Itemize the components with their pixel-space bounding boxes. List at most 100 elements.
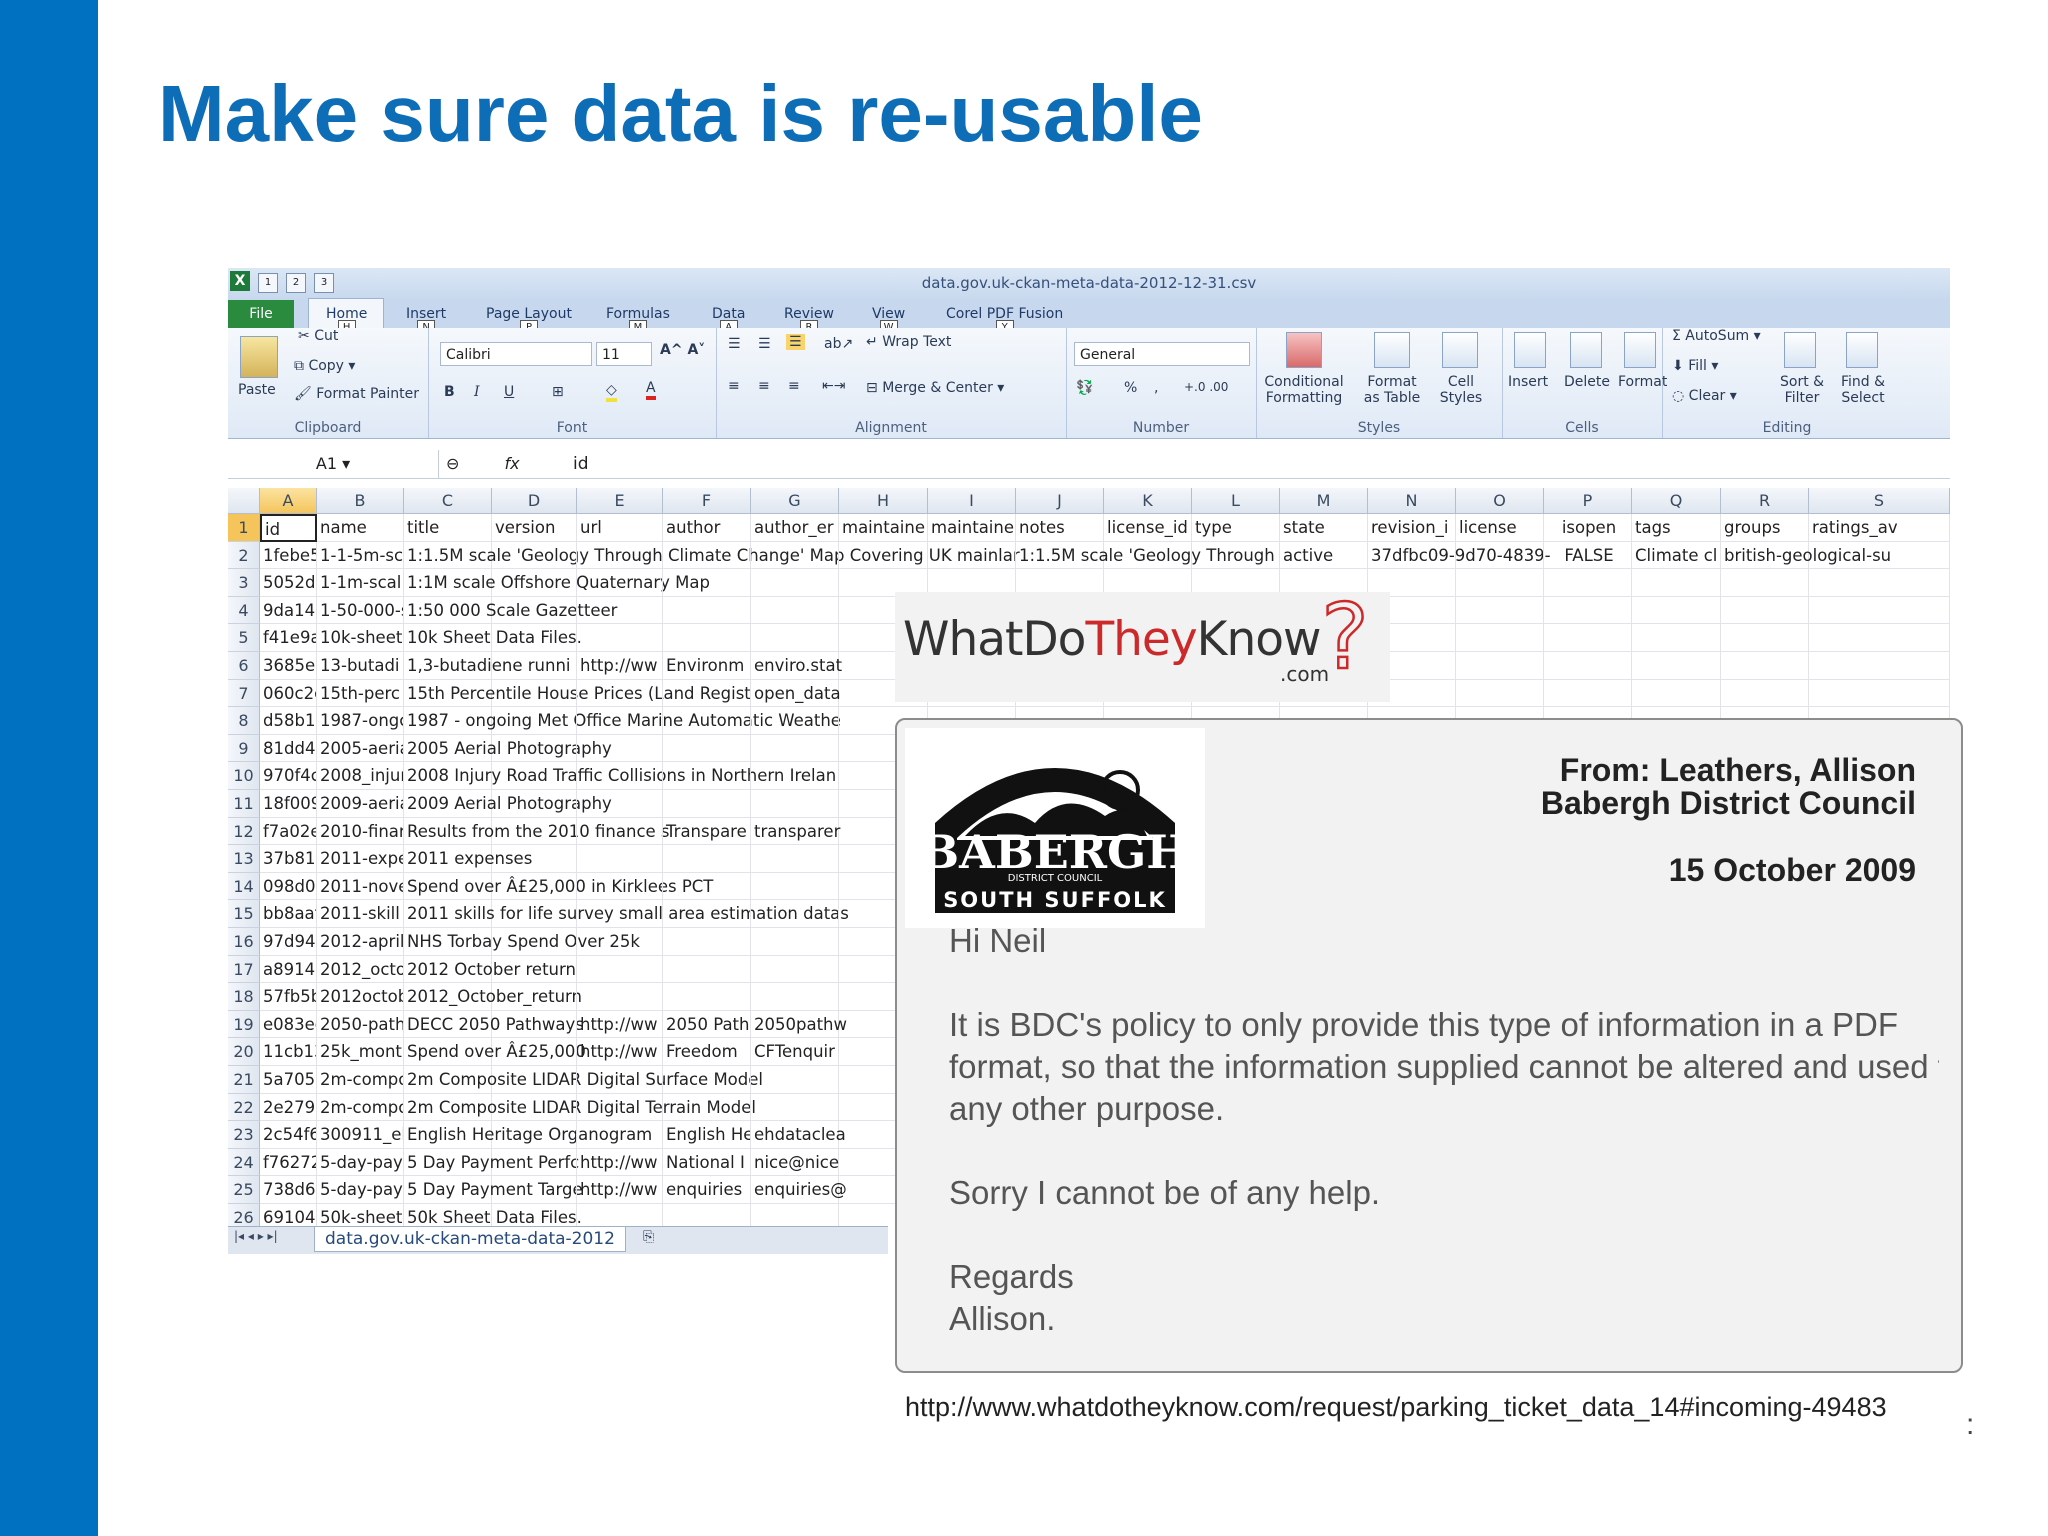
table-cell[interactable]: open_data bbox=[751, 679, 841, 708]
table-cell[interactable]: 2011-skill bbox=[317, 900, 404, 928]
table-cell[interactable]: id bbox=[260, 514, 317, 542]
table-cell[interactable]: Environm bbox=[663, 652, 751, 680]
column-header-Q[interactable]: Q bbox=[1632, 488, 1721, 514]
table-cell[interactable]: English Heritage Organogram bbox=[404, 1121, 652, 1149]
table-cell[interactable] bbox=[751, 541, 839, 570]
table-cell[interactable]: tags bbox=[1632, 514, 1721, 542]
table-cell[interactable]: a891499e- bbox=[260, 955, 317, 984]
table-cell[interactable]: 2010-finar bbox=[317, 817, 404, 846]
table-cell[interactable]: 9da14949- bbox=[260, 596, 317, 625]
insert-cells-button[interactable]: Insert bbox=[1508, 374, 1548, 390]
table-cell[interactable]: 97d9444d- bbox=[260, 928, 317, 956]
fill-button[interactable]: ⬇ Fill ▾ bbox=[1672, 358, 1718, 374]
row-header[interactable]: 6 bbox=[228, 652, 260, 680]
table-cell[interactable]: author bbox=[663, 514, 751, 542]
table-cell[interactable]: 18f0094d- bbox=[260, 790, 317, 818]
column-header-O[interactable]: O bbox=[1456, 488, 1544, 514]
align-bottom-icon[interactable]: ☰ bbox=[786, 334, 805, 350]
table-cell[interactable] bbox=[1809, 569, 1950, 597]
table-cell[interactable]: british-geological-su bbox=[1721, 541, 1891, 570]
table-cell[interactable] bbox=[577, 569, 663, 597]
copy-button[interactable]: ⧉ Copy ▾ bbox=[294, 358, 355, 374]
table-cell[interactable]: 5a705e99- bbox=[260, 1066, 317, 1094]
table-cell[interactable] bbox=[492, 1010, 577, 1039]
table-cell[interactable]: 970f4cfc-c bbox=[260, 762, 317, 790]
table-cell[interactable] bbox=[492, 1066, 577, 1094]
table-cell[interactable]: maintaine bbox=[839, 514, 928, 542]
table-cell[interactable] bbox=[1544, 679, 1632, 708]
table-cell[interactable] bbox=[663, 734, 751, 763]
align-middle-icon[interactable]: ☰ bbox=[758, 336, 771, 352]
table-cell[interactable] bbox=[751, 734, 839, 763]
column-header-S[interactable]: S bbox=[1809, 488, 1950, 514]
table-cell[interactable]: f41e9a4a- bbox=[260, 624, 317, 652]
table-cell[interactable]: e083ee84- bbox=[260, 1010, 317, 1039]
table-cell[interactable] bbox=[492, 790, 577, 818]
table-cell[interactable]: DECC 2050 Pathways bbox=[404, 1010, 584, 1039]
table-cell[interactable]: 37dfbc09-9d70-4839- bbox=[1368, 541, 1551, 570]
table-cell[interactable] bbox=[577, 955, 663, 984]
table-cell[interactable]: 2012_October_return bbox=[404, 983, 582, 1011]
table-cell[interactable]: 2012-april bbox=[317, 928, 404, 956]
align-right-icon[interactable]: ≡ bbox=[788, 378, 800, 394]
table-cell[interactable] bbox=[663, 928, 751, 956]
table-cell[interactable] bbox=[1721, 652, 1809, 680]
table-cell[interactable] bbox=[492, 817, 577, 846]
table-cell[interactable]: license bbox=[1456, 514, 1544, 542]
table-cell[interactable] bbox=[492, 707, 577, 735]
find-select-button[interactable]: Find & Select bbox=[1838, 374, 1888, 406]
fill-color-icon[interactable]: ◇ bbox=[606, 382, 617, 402]
table-cell[interactable] bbox=[751, 845, 839, 873]
table-cell[interactable] bbox=[492, 1121, 577, 1149]
sheet-tab[interactable]: data.gov.uk-ckan-meta-data-2012 bbox=[314, 1227, 626, 1252]
table-cell[interactable] bbox=[1809, 541, 1950, 570]
table-cell[interactable]: 25k_mont bbox=[317, 1038, 404, 1066]
table-cell[interactable] bbox=[751, 955, 839, 984]
table-cell[interactable]: ehdataclea bbox=[751, 1121, 846, 1149]
row-header[interactable]: 14 bbox=[228, 872, 260, 901]
table-cell[interactable] bbox=[577, 1066, 663, 1094]
table-cell[interactable]: 1:1.5M scale 'Geology Through bbox=[1016, 541, 1275, 570]
table-cell[interactable] bbox=[1544, 652, 1632, 680]
table-cell[interactable] bbox=[492, 928, 577, 956]
row-header[interactable]: 19 bbox=[228, 1010, 260, 1039]
table-cell[interactable]: 37b81331- bbox=[260, 845, 317, 873]
table-cell[interactable]: 2005 Aerial Photography bbox=[404, 734, 612, 763]
table-cell[interactable]: English He bbox=[663, 1121, 751, 1149]
column-header-G[interactable]: G bbox=[751, 488, 839, 514]
sort-filter-icon[interactable] bbox=[1784, 332, 1816, 368]
table-cell[interactable] bbox=[577, 762, 663, 790]
table-cell[interactable]: 2m Composite LIDAR Digital Terrain Model bbox=[404, 1093, 756, 1122]
table-cell[interactable]: 098d01b7- bbox=[260, 872, 317, 901]
row-header[interactable]: 9 bbox=[228, 734, 260, 763]
table-cell[interactable] bbox=[577, 983, 663, 1011]
align-top-icon[interactable]: ☰ bbox=[728, 336, 741, 352]
underline-icon[interactable]: U bbox=[504, 384, 514, 400]
table-cell[interactable]: author_er bbox=[751, 514, 839, 542]
table-cell[interactable]: 5052d113- bbox=[260, 569, 317, 597]
table-cell[interactable]: nice@nice bbox=[751, 1148, 839, 1177]
row-header[interactable]: 15 bbox=[228, 900, 260, 928]
row-header[interactable]: 1 bbox=[228, 514, 260, 542]
table-cell[interactable] bbox=[1456, 652, 1544, 680]
insert-function-icon[interactable]: ⊖ fx bbox=[446, 452, 556, 476]
table-cell[interactable] bbox=[1809, 596, 1950, 625]
paste-icon[interactable] bbox=[240, 336, 278, 378]
table-cell[interactable]: 2012 October return bbox=[404, 955, 576, 984]
table-cell[interactable] bbox=[492, 624, 577, 652]
column-header-K[interactable]: K bbox=[1104, 488, 1192, 514]
clear-button[interactable]: ◌ Clear ▾ bbox=[1672, 388, 1737, 404]
table-cell[interactable]: 1-1m-scal bbox=[317, 569, 404, 597]
table-cell[interactable]: 2012octob bbox=[317, 983, 404, 1011]
table-cell[interactable]: f7a02eef- bbox=[260, 817, 317, 846]
formula-input[interactable]: id bbox=[573, 450, 589, 478]
table-cell[interactable] bbox=[577, 596, 663, 625]
table-cell[interactable]: 2005-aeria bbox=[317, 734, 404, 763]
wrap-text-button[interactable]: ↵ Wrap Text bbox=[866, 334, 951, 350]
table-cell[interactable] bbox=[577, 872, 663, 901]
table-cell[interactable] bbox=[751, 707, 839, 735]
merge-center-button[interactable]: ⊟ Merge & Center ▾ bbox=[866, 380, 1004, 396]
table-cell[interactable] bbox=[492, 1148, 577, 1177]
column-header-J[interactable]: J bbox=[1016, 488, 1104, 514]
table-cell[interactable]: 300911_el bbox=[317, 1121, 404, 1149]
